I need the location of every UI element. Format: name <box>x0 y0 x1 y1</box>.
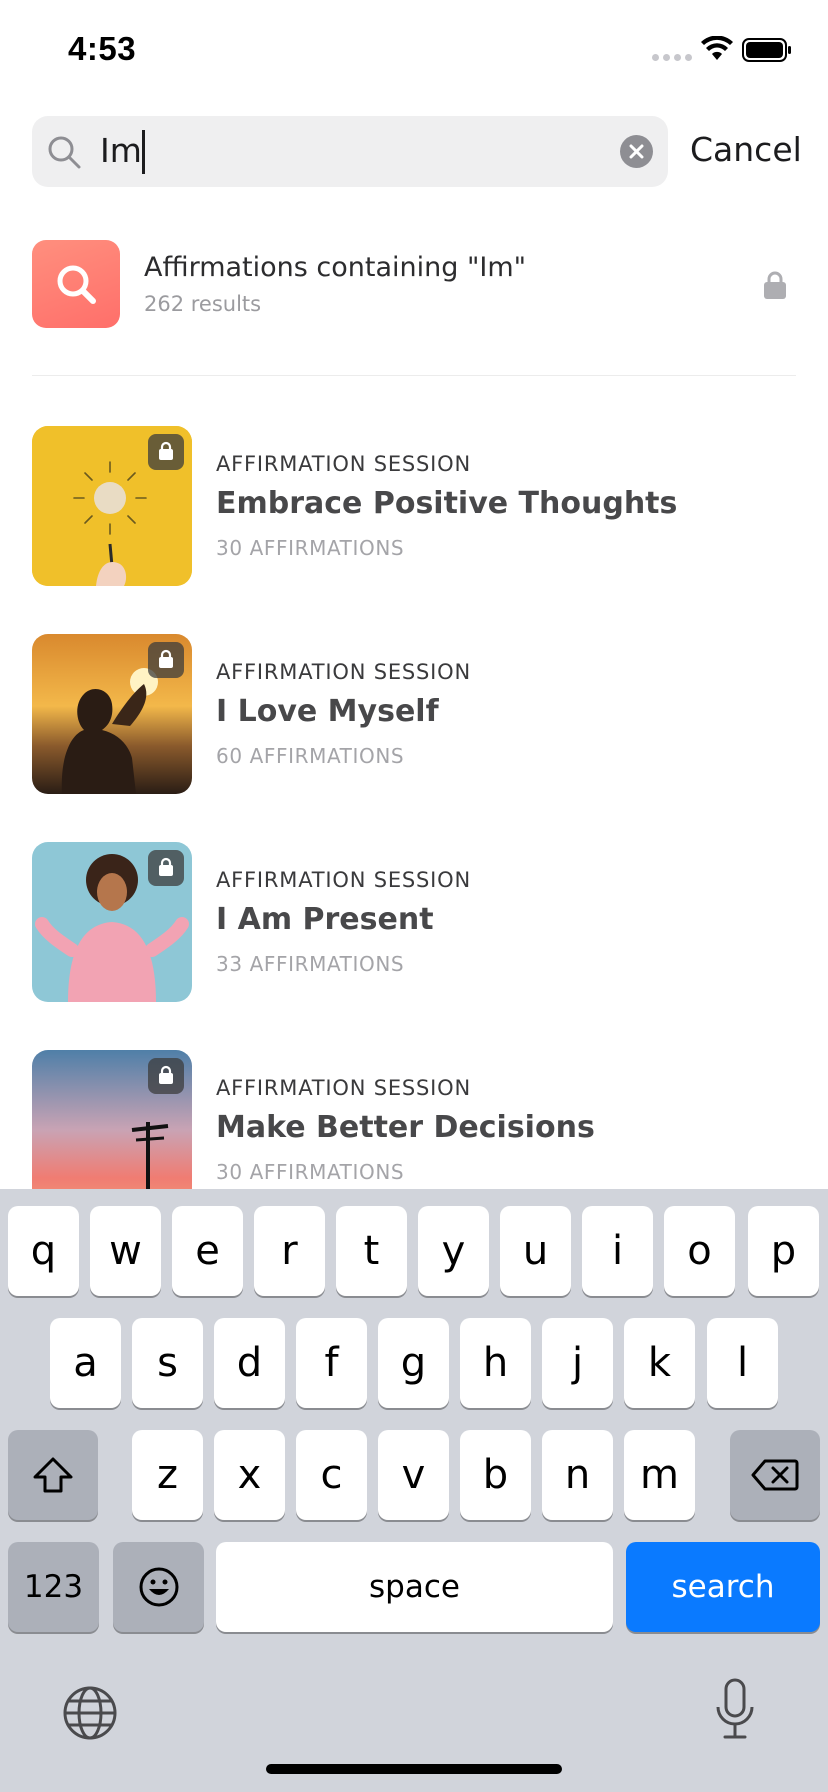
microphone-icon[interactable] <box>712 1677 758 1743</box>
result-count: 30 AFFIRMATIONS <box>216 536 405 560</box>
key-l[interactable]: l <box>707 1318 778 1408</box>
delete-key[interactable] <box>730 1430 820 1520</box>
key-w[interactable]: w <box>90 1206 161 1296</box>
key-q[interactable]: q <box>8 1206 79 1296</box>
result-title: Make Better Decisions <box>216 1110 595 1145</box>
key-p[interactable]: p <box>748 1206 819 1296</box>
lock-icon <box>159 857 173 876</box>
result-title: I Love Myself <box>216 694 439 729</box>
key-a[interactable]: a <box>50 1318 121 1408</box>
search-input-text[interactable]: Im <box>100 131 142 170</box>
backspace-icon <box>751 1459 799 1491</box>
summary-title: Affirmations containing "Im" <box>144 252 527 283</box>
cancel-button[interactable]: Cancel <box>690 130 802 169</box>
key-u[interactable]: u <box>500 1206 571 1296</box>
search-summary-row[interactable]: Affirmations containing "Im" 262 results <box>32 240 796 328</box>
shift-icon <box>33 1457 73 1493</box>
key-z[interactable]: z <box>132 1430 203 1520</box>
lock-badge <box>148 434 184 470</box>
key-k[interactable]: k <box>624 1318 695 1408</box>
key-n[interactable]: n <box>542 1430 613 1520</box>
key-o[interactable]: o <box>664 1206 735 1296</box>
summary-search-badge <box>32 240 120 328</box>
key-d[interactable]: d <box>214 1318 285 1408</box>
status-time: 4:53 <box>68 30 137 67</box>
search-field[interactable]: Im <box>32 116 668 187</box>
lock-badge <box>148 642 184 678</box>
emoji-icon <box>139 1567 178 1607</box>
result-item[interactable]: AFFIRMATION SESSION Make Better Decision… <box>32 1050 796 1210</box>
result-kicker: AFFIRMATION SESSION <box>216 868 471 892</box>
close-icon <box>629 144 644 159</box>
lock-badge <box>148 1058 184 1094</box>
lock-icon <box>159 649 173 668</box>
session-thumbnail <box>32 634 192 794</box>
key-y[interactable]: y <box>418 1206 489 1296</box>
shift-key[interactable] <box>8 1430 98 1520</box>
key-j[interactable]: j <box>542 1318 613 1408</box>
session-thumbnail <box>32 842 192 1002</box>
key-c[interactable]: c <box>296 1430 367 1520</box>
key-i[interactable]: i <box>582 1206 653 1296</box>
key-b[interactable]: b <box>460 1430 531 1520</box>
battery-icon <box>742 38 791 62</box>
key-e[interactable]: e <box>172 1206 243 1296</box>
result-count: 33 AFFIRMATIONS <box>216 952 405 976</box>
globe-icon[interactable] <box>62 1685 118 1741</box>
key-g[interactable]: g <box>378 1318 449 1408</box>
result-count: 60 AFFIRMATIONS <box>216 744 405 768</box>
result-kicker: AFFIRMATION SESSION <box>216 452 471 476</box>
key-h[interactable]: h <box>460 1318 531 1408</box>
search-key[interactable]: search <box>626 1542 820 1632</box>
result-kicker: AFFIRMATION SESSION <box>216 660 471 684</box>
key-m[interactable]: m <box>624 1430 695 1520</box>
key-x[interactable]: x <box>214 1430 285 1520</box>
numbers-key[interactable]: 123 <box>8 1542 99 1632</box>
lock-icon <box>764 271 786 299</box>
summary-count: 262 results <box>144 292 262 316</box>
key-v[interactable]: v <box>378 1430 449 1520</box>
keyboard: q w e r t y u i o p a s d f g h j k l z … <box>0 1189 828 1792</box>
session-thumbnail <box>32 1050 192 1210</box>
key-t[interactable]: t <box>336 1206 407 1296</box>
session-thumbnail <box>32 426 192 586</box>
space-key[interactable]: space <box>216 1542 613 1632</box>
lock-icon <box>159 1065 173 1084</box>
clear-search-button[interactable] <box>620 135 653 168</box>
text-caret <box>142 130 145 174</box>
key-r[interactable]: r <box>254 1206 325 1296</box>
search-icon <box>57 265 96 304</box>
result-count: 30 AFFIRMATIONS <box>216 1160 405 1184</box>
result-title: I Am Present <box>216 902 434 937</box>
key-f[interactable]: f <box>296 1318 367 1408</box>
key-s[interactable]: s <box>132 1318 203 1408</box>
result-title: Embrace Positive Thoughts <box>216 486 678 521</box>
result-item[interactable]: AFFIRMATION SESSION I Love Myself 60 AFF… <box>32 634 796 794</box>
result-item[interactable]: AFFIRMATION SESSION Embrace Positive Tho… <box>32 426 796 586</box>
wifi-icon <box>701 36 733 60</box>
lock-badge <box>148 850 184 886</box>
emoji-key[interactable] <box>113 1542 204 1632</box>
lock-icon <box>159 441 173 460</box>
result-item[interactable]: AFFIRMATION SESSION I Am Present 33 AFFI… <box>32 842 796 1002</box>
search-icon <box>48 136 81 169</box>
cellular-signal-icon <box>652 54 692 61</box>
result-kicker: AFFIRMATION SESSION <box>216 1076 471 1100</box>
status-bar: 4:53 <box>0 0 828 100</box>
home-indicator[interactable] <box>266 1764 562 1774</box>
divider <box>32 375 796 376</box>
